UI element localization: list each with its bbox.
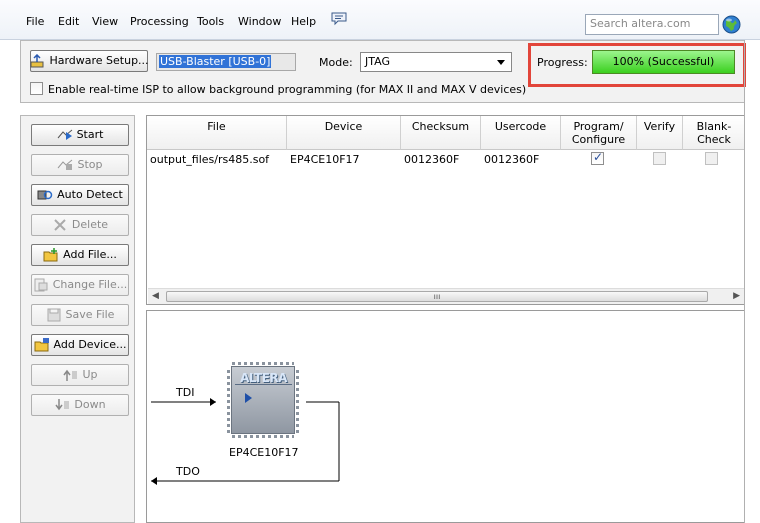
cell-file: output_files/rs485.sof	[150, 153, 270, 166]
mode-value: JTAG	[365, 55, 390, 68]
chip-name: EP4CE10F17	[229, 446, 299, 459]
menu-bar: File Edit View Processing Tools Window H…	[0, 0, 760, 40]
mode-label: Mode:	[319, 56, 353, 69]
hardware-setup-button[interactable]: Hardware Setup...	[30, 50, 149, 72]
header-verify-label: Verify	[643, 120, 676, 133]
cell-usercode: 0012360F	[484, 153, 540, 166]
window-border	[744, 40, 745, 523]
header-blank-line2: Check	[697, 133, 731, 146]
start-icon	[57, 129, 72, 140]
search-input[interactable]: Search altera.com	[585, 14, 719, 35]
change-file-label: Change File...	[52, 278, 128, 291]
header-usercode[interactable]: Usercode	[481, 116, 561, 150]
hardware-device-field[interactable]: USB-Blaster [USB-0]	[156, 53, 296, 71]
blank-check-checkbox[interactable]	[705, 152, 718, 165]
stop-button[interactable]: Stop	[31, 154, 129, 176]
down-label: Down	[74, 398, 106, 411]
delete-icon	[54, 219, 66, 231]
add-file-icon	[43, 248, 58, 262]
delete-button[interactable]: Delete	[31, 214, 129, 236]
scroll-thumb[interactable]: ııı	[166, 291, 708, 302]
chip-pins-top	[232, 362, 294, 365]
stop-icon	[58, 159, 73, 170]
isp-checkbox[interactable]	[30, 82, 43, 95]
chip-pins-left	[227, 367, 230, 433]
chip-body: ALTERA	[231, 366, 295, 434]
delete-label: Delete	[71, 218, 109, 231]
tdi-label: TDI	[176, 386, 195, 399]
save-file-button[interactable]: Save File	[31, 304, 129, 326]
header-program-line1: Program/	[573, 120, 624, 133]
start-label: Start	[76, 128, 104, 141]
cell-checksum: 0012360F	[404, 153, 460, 166]
isp-label: Enable real-time ISP to allow background…	[48, 83, 527, 96]
start-button[interactable]: Start	[31, 124, 129, 146]
hardware-device-value: USB-Blaster [USB-0]	[159, 55, 272, 68]
auto-detect-label: Auto Detect	[57, 188, 123, 201]
add-device-button[interactable]: Add Device...	[31, 334, 129, 356]
chip-pins-bottom	[232, 435, 294, 438]
horizontal-scrollbar[interactable]: ◀ ııı ▶	[148, 288, 744, 304]
header-usercode-label: Usercode	[494, 120, 547, 133]
cell-device: EP4CE10F17	[290, 153, 360, 166]
auto-detect-button[interactable]: Auto Detect	[31, 184, 129, 206]
tdo-label: TDO	[176, 465, 200, 478]
menu-tools[interactable]: Tools	[197, 15, 224, 29]
scroll-left-icon[interactable]: ◀	[152, 291, 159, 301]
down-button[interactable]: Down	[31, 394, 129, 416]
header-verify[interactable]: Verify	[637, 116, 683, 150]
add-device-label: Add Device...	[53, 338, 127, 351]
hardware-icon	[30, 54, 44, 68]
header-program[interactable]: Program/ Configure	[561, 116, 637, 150]
scroll-right-icon[interactable]: ▶	[733, 291, 740, 301]
altera-logo: ALTERA	[235, 371, 292, 385]
change-file-button[interactable]: Change File...	[31, 274, 129, 296]
add-device-icon	[34, 338, 49, 352]
header-checksum-label: Checksum	[411, 120, 470, 133]
menu-processing[interactable]: Processing	[130, 15, 189, 29]
header-checksum[interactable]: Checksum	[401, 116, 481, 150]
menu-edit[interactable]: Edit	[58, 15, 79, 29]
file-table: File Device Checksum Usercode Program/ C…	[146, 115, 745, 305]
header-device[interactable]: Device	[287, 116, 401, 150]
menu-window[interactable]: Window	[238, 15, 281, 29]
chevron-down-icon	[497, 60, 505, 65]
search-placeholder: Search altera.com	[590, 17, 691, 30]
fpga-device-chip[interactable]: ALTERA	[227, 362, 299, 438]
program-checkbox[interactable]	[591, 150, 604, 165]
help-chat-icon[interactable]	[330, 12, 348, 26]
header-blank-line1: Blank-	[696, 120, 732, 133]
save-file-icon	[47, 308, 61, 322]
progress-bar: 100% (Successful)	[592, 50, 735, 74]
header-program-line2: Configure	[571, 133, 626, 146]
mode-select[interactable]: JTAG	[360, 52, 512, 72]
globe-icon[interactable]	[721, 14, 742, 35]
add-file-label: Add File...	[63, 248, 117, 261]
up-label: Up	[82, 368, 98, 381]
auto-detect-icon	[37, 190, 53, 200]
stop-label: Stop	[77, 158, 103, 171]
add-file-button[interactable]: Add File...	[31, 244, 129, 266]
header-blank-check[interactable]: Blank- Check	[683, 116, 745, 150]
header-file-label: File	[207, 120, 226, 133]
arrow-down-icon	[55, 399, 70, 411]
play-icon	[245, 393, 252, 403]
chip-pins-right	[296, 367, 299, 433]
progress-label: Progress:	[537, 56, 588, 69]
header-file[interactable]: File	[147, 116, 287, 150]
hardware-setup-label: Hardware Setup...	[49, 54, 149, 67]
progress-text: 100% (Successful)	[612, 55, 715, 68]
save-file-label: Save File	[65, 308, 115, 321]
menu-view[interactable]: View	[92, 15, 118, 29]
up-button[interactable]: Up	[31, 364, 129, 386]
change-file-icon	[34, 278, 48, 292]
menu-help[interactable]: Help	[291, 15, 316, 29]
arrow-up-icon	[63, 369, 78, 381]
verify-checkbox[interactable]	[653, 152, 666, 165]
header-device-label: Device	[324, 120, 363, 133]
menu-file[interactable]: File	[26, 15, 44, 29]
